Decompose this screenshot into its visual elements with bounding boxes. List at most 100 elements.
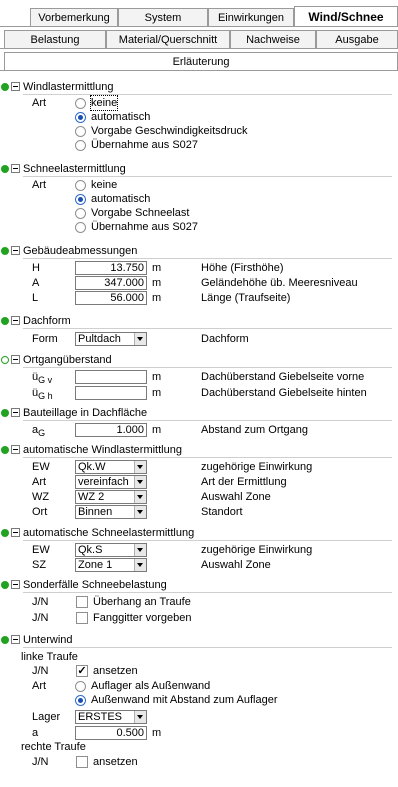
radio-schneelast-automatisch[interactable] (75, 194, 86, 205)
autoschnee-sz-desc: Auswahl Zone (201, 559, 271, 571)
lager-select[interactable]: ERSTES (75, 710, 147, 724)
status-dot-icon (1, 581, 9, 589)
radio-windlast-keine[interactable] (75, 98, 86, 109)
section-gebaeudeabmessungen[interactable]: Gebäudeabmessungen (0, 244, 398, 259)
autowind-art-desc: Art der Ermittlung (201, 476, 287, 488)
tab-system[interactable]: System (118, 8, 208, 26)
section-title: automatische Schneelastermittlung (23, 527, 195, 539)
dachform-select[interactable]: Pultdach (75, 332, 147, 346)
ortgang-hinten-label: üG h (32, 387, 53, 402)
section-schneelastermittlung[interactable]: Schneelastermittlung (0, 162, 398, 177)
fanggitter-checkbox[interactable] (76, 612, 88, 624)
gelaendehoehe-input[interactable]: 347.000 (75, 276, 147, 290)
autoschnee-sz-label: SZ (32, 559, 47, 571)
section-dachform[interactable]: Dachform (0, 314, 398, 329)
collapse-icon[interactable] (11, 580, 20, 589)
collapse-icon[interactable] (11, 635, 20, 644)
radio-aussenwand-abstand[interactable] (75, 695, 86, 706)
form-content: Windlastermittlung Art keine automatisch… (0, 74, 398, 787)
dachform-value: Pultdach (78, 333, 121, 345)
chevron-down-icon[interactable] (134, 544, 146, 556)
section-divider (23, 176, 392, 177)
chevron-down-icon[interactable] (134, 476, 146, 488)
tab-erlaeuterung[interactable]: Erläuterung (4, 52, 398, 70)
autowind-wz-desc: Auswahl Zone (201, 491, 271, 503)
unit-label: m (152, 371, 162, 383)
section-title: Windlastermittlung (23, 81, 114, 93)
a-input[interactable]: 0.500 (75, 726, 147, 740)
autowind-ew-select[interactable]: Qk.W (75, 460, 147, 474)
status-dot-icon (1, 247, 9, 255)
tab-wind-schnee[interactable]: Wind/Schnee (294, 6, 398, 27)
chevron-down-icon[interactable] (134, 559, 146, 571)
ortgang-hinten-input[interactable] (75, 386, 147, 400)
radio-schneelast-vorgabe[interactable] (75, 208, 86, 219)
autoschnee-ew-select[interactable]: Qk.S (75, 543, 147, 557)
autowind-art-select[interactable]: vereinfach (75, 475, 147, 489)
laenge-input[interactable]: 56.000 (75, 291, 147, 305)
select-value: ERSTES (78, 711, 123, 723)
collapse-icon[interactable] (11, 316, 20, 325)
collapse-icon[interactable] (11, 246, 20, 255)
collapse-icon[interactable] (11, 528, 20, 537)
collapse-icon[interactable] (11, 408, 20, 417)
unit-label: m (152, 424, 162, 436)
section-auto-schneelast[interactable]: automatische Schneelastermittlung (0, 526, 398, 541)
bauteillage-label: aG (32, 424, 46, 439)
tab-ausgabe[interactable]: Ausgabe (316, 30, 398, 48)
chevron-down-icon[interactable] (134, 333, 146, 345)
select-value: vereinfach (78, 476, 129, 488)
unit-label: m (152, 292, 162, 304)
collapse-icon[interactable] (11, 164, 20, 173)
autowind-wz-select[interactable]: WZ 2 (75, 490, 147, 504)
tab-einwirkungen[interactable]: Einwirkungen (208, 8, 294, 26)
gelaendehoehe-desc: Geländehöhe üb. Meeresniveau (201, 277, 358, 289)
unit-label: m (152, 277, 162, 289)
jn-label: J/N (32, 756, 49, 768)
collapse-icon[interactable] (11, 355, 20, 364)
tab-belastung[interactable]: Belastung (4, 30, 106, 48)
rechte-ansetzen-checkbox[interactable] (76, 756, 88, 768)
section-windlastermittlung[interactable]: Windlastermittlung (0, 80, 398, 95)
section-bauteillage[interactable]: Bauteillage in Dachfläche (0, 406, 398, 421)
checkbox-label: ansetzen (93, 756, 138, 768)
ortgang-vorne-input[interactable] (75, 370, 147, 384)
jn-label: J/N (32, 665, 49, 677)
radio-schneelast-uebernahme[interactable] (75, 222, 86, 233)
tab-material-querschnitt[interactable]: Material/Querschnitt (106, 30, 230, 48)
jn-label: J/N (32, 612, 49, 624)
radio-schneelast-keine[interactable] (75, 180, 86, 191)
radio-windlast-vorgabe[interactable] (75, 126, 86, 137)
tab-nachweise[interactable]: Nachweise (230, 30, 316, 48)
linke-ansetzen-checkbox[interactable]: ✓ (76, 665, 88, 677)
section-divider (23, 258, 392, 259)
radio-windlast-automatisch[interactable] (75, 112, 86, 123)
radio-windlast-uebernahme[interactable] (75, 140, 86, 151)
status-dot-icon (1, 317, 9, 325)
section-sonderfaelle[interactable]: Sonderfälle Schneebelastung (0, 578, 398, 593)
radio-auflager-aussenwand[interactable] (75, 681, 86, 692)
laenge-desc: Länge (Traufseite) (201, 292, 291, 304)
laenge-label: L (32, 292, 39, 304)
autowind-ort-select[interactable]: Binnen (75, 505, 147, 519)
section-auto-windlast[interactable]: automatische Windlastermittlung (0, 443, 398, 458)
hoehe-input[interactable]: 13.750 (75, 261, 147, 275)
status-dot-icon (1, 446, 9, 454)
autowind-ew-desc: zugehörige Einwirkung (201, 461, 313, 473)
section-ortgangueberstand[interactable]: Ortgangüberstand (0, 353, 398, 368)
checkbox-label: ansetzen (93, 665, 138, 677)
autoschnee-sz-select[interactable]: Zone 1 (75, 558, 147, 572)
status-dot-icon (1, 356, 9, 364)
chevron-down-icon[interactable] (134, 461, 146, 473)
collapse-icon[interactable] (11, 82, 20, 91)
ueberhang-checkbox[interactable] (76, 596, 88, 608)
chevron-down-icon[interactable] (134, 506, 146, 518)
section-unterwind[interactable]: Unterwind (0, 633, 398, 648)
tab-vorbemerkung[interactable]: Vorbemerkung (30, 8, 118, 26)
collapse-icon[interactable] (11, 445, 20, 454)
jn-label: J/N (32, 596, 49, 608)
chevron-down-icon[interactable] (134, 711, 146, 723)
chevron-down-icon[interactable] (134, 491, 146, 503)
bauteillage-input[interactable]: 1.000 (75, 423, 147, 437)
autowind-wz-label: WZ (32, 491, 50, 503)
